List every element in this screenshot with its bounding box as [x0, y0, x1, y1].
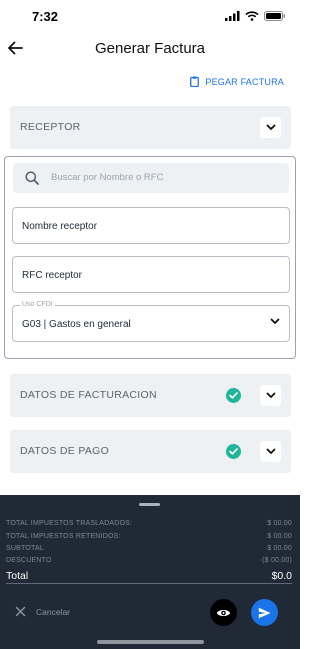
sheet-drag-handle[interactable] — [139, 503, 160, 506]
uso-cfdi-select[interactable]: Uso CFDI G03 | Gastos en general — [12, 301, 290, 342]
wifi-icon — [245, 11, 259, 21]
receptor-rfc-field[interactable]: RFC receptor — [12, 256, 290, 293]
status-time: 7:32 — [32, 9, 59, 24]
receptor-rfc-value: RFC receptor — [22, 270, 83, 281]
summary-label: SUBTOTAL — [6, 545, 44, 552]
uso-cfdi-value: G03 | Gastos en general — [22, 319, 131, 330]
uso-cfdi-label: Uso CFDI — [20, 301, 55, 308]
receptor-section-header[interactable]: RECEPTOR — [10, 106, 291, 149]
summary-value: $ 00.00 — [267, 533, 292, 540]
summary-label: TOTAL IMPUESTOS TRASLADADOS: — [6, 520, 133, 527]
summary-value: $ 00.00 — [267, 545, 292, 552]
nav-bar: Generar Factura — [0, 34, 300, 64]
receptor-label: RECEPTOR — [20, 121, 81, 133]
payment-label: DATOS DE PAGO — [20, 445, 110, 457]
check-circle-icon — [226, 444, 241, 459]
total-row: Total $0.0 — [6, 570, 292, 582]
payment-toggle[interactable] — [260, 441, 281, 462]
receptor-name-field[interactable]: Nombre receptor — [12, 207, 290, 244]
eye-icon — [216, 609, 231, 616]
check-circle-icon — [226, 388, 241, 403]
billing-toggle[interactable] — [260, 385, 281, 406]
send-icon — [258, 607, 271, 618]
preview-button[interactable] — [210, 599, 237, 626]
billing-section-header[interactable]: DATOS DE FACTURACION — [10, 374, 291, 417]
paste-invoice-button[interactable]: PEGAR FACTURA — [190, 76, 284, 87]
summary-label: TOTAL IMPUESTOS RETENIDOS: — [6, 533, 121, 540]
total-value: $0.0 — [271, 570, 292, 582]
receptor-search-input[interactable]: Buscar por Nombre o RFC — [13, 163, 289, 193]
cancel-label: Cancelar — [36, 606, 71, 617]
page-title: Generar Factura — [94, 40, 206, 57]
home-indicator — [97, 640, 204, 644]
summary-row-subtotal: SUBTOTAL $ 00.00 — [6, 545, 292, 552]
close-icon — [15, 606, 26, 617]
status-bar: 7:32 — [0, 0, 300, 34]
summary-value: ($ 00.00) — [262, 557, 292, 564]
search-icon — [25, 171, 39, 185]
chevron-down-icon — [266, 448, 275, 454]
billing-label: DATOS DE FACTURACION — [20, 389, 157, 401]
status-icons — [225, 11, 286, 21]
battery-icon — [264, 11, 286, 21]
chevron-down-icon — [266, 124, 275, 130]
summary-row-traslados: TOTAL IMPUESTOS TRASLADADOS: $ 00.00 — [6, 520, 292, 527]
receptor-form: Buscar por Nombre o RFC Nombre receptor … — [4, 156, 296, 359]
receptor-toggle[interactable] — [260, 117, 281, 138]
payment-section-header[interactable]: DATOS DE PAGO — [10, 430, 291, 473]
chevron-down-icon — [270, 318, 280, 324]
summary-label: DESCUENTO — [6, 557, 52, 564]
cancel-button[interactable]: Cancelar — [15, 606, 70, 617]
summary-value: $ 00.00 — [267, 520, 292, 527]
summary-row-retenidos: TOTAL IMPUESTOS RETENIDOS: $ 00.00 — [6, 533, 292, 540]
send-button[interactable] — [251, 599, 278, 626]
total-label: Total — [6, 570, 29, 582]
paste-invoice-label: PEGAR FACTURA — [205, 76, 284, 87]
summary-row-descuento: DESCUENTO ($ 00.00) — [6, 557, 292, 564]
search-placeholder: Buscar por Nombre o RFC — [51, 172, 164, 183]
receptor-name-value: Nombre receptor — [22, 221, 98, 232]
chevron-down-icon — [266, 392, 275, 398]
clipboard-icon — [190, 76, 200, 87]
signal-icon — [225, 11, 240, 21]
total-divider — [6, 583, 292, 584]
